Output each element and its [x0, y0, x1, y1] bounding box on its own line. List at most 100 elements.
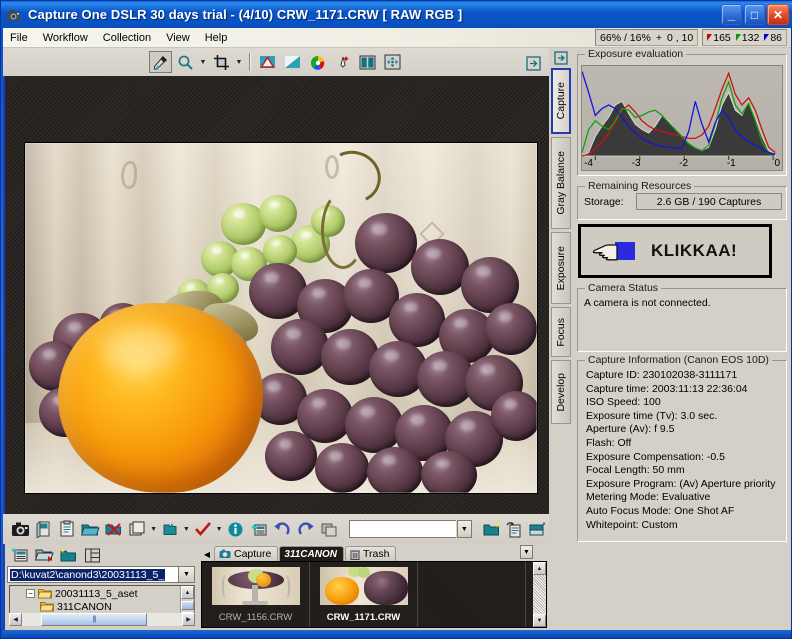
batch-combo-dropdown[interactable]: ▼ — [456, 520, 472, 538]
thumbnail-strip[interactable]: CRW_1156.CRW CRW_1171.CRW ▲ ▼ — [201, 561, 547, 628]
browser-tab-capture[interactable]: Capture — [214, 546, 279, 561]
storage-label: Storage: — [584, 196, 624, 208]
thumbnail-scrollbar[interactable]: ▲ ▼ — [533, 562, 546, 627]
thumbnail-item-empty[interactable] — [418, 562, 526, 627]
green-value: 132 — [741, 31, 760, 44]
scroll-thumb[interactable] — [181, 601, 194, 610]
apply-check-button[interactable] — [192, 517, 214, 541]
browser-tab-folder[interactable]: 311CANON — [279, 546, 344, 561]
trash-icon — [349, 549, 360, 560]
open-folder-button[interactable] — [79, 517, 101, 541]
photo-red-grape — [367, 447, 423, 493]
scroll-up-button[interactable]: ▲ — [181, 586, 194, 599]
batch-queue-button[interactable] — [318, 517, 340, 541]
preview-image[interactable] — [25, 143, 537, 493]
preview-icon — [36, 521, 50, 538]
capture-preview-button[interactable] — [32, 517, 54, 541]
photo-red-grape — [491, 391, 537, 441]
duplicate-icon — [129, 521, 145, 536]
batch-combo-input[interactable] — [349, 520, 456, 538]
sidebar-tab-gray-balance[interactable]: Gray Balance — [551, 137, 571, 229]
menu-item-view[interactable]: View — [159, 30, 197, 46]
crop-tool-dropdown[interactable]: ▼ — [235, 59, 244, 66]
chevron-down-icon[interactable]: ▼ — [520, 545, 533, 559]
compare-view-button[interactable] — [356, 51, 379, 73]
capture-button[interactable] — [9, 517, 31, 541]
shadow-warning-button[interactable] — [281, 51, 304, 73]
advertisement-banner[interactable]: KLIKKAA! — [578, 224, 772, 278]
highlight-warning-button[interactable] — [256, 51, 279, 73]
browser-tab-trash[interactable]: Trash — [344, 546, 397, 561]
delete-settings-button[interactable] — [103, 517, 125, 541]
hscroll-right-button[interactable]: ▶ — [182, 612, 195, 626]
zoom-tool-dropdown[interactable]: ▼ — [199, 59, 208, 66]
arrow-left-icon[interactable]: ◀ — [201, 547, 213, 561]
hscroll-thumb[interactable]: |||| — [41, 612, 147, 626]
rgb-readout-box: 165 132 86 — [702, 29, 787, 46]
folder-path-dropdown[interactable]: ▼ — [179, 566, 195, 583]
menu-item-collection[interactable]: Collection — [96, 30, 158, 46]
scroll-down-button[interactable]: ▼ — [533, 614, 546, 627]
open-collection-button[interactable] — [33, 545, 55, 565]
new-folder-icon — [483, 522, 500, 536]
hscroll-left-button[interactable]: ◀ — [9, 612, 22, 626]
duplicate-button[interactable] — [126, 517, 148, 541]
sidebar-tab-label: Focus — [555, 317, 567, 347]
thumbnail-item[interactable]: CRW_1171.CRW — [310, 562, 418, 627]
maximize-button[interactable]: □ — [744, 4, 765, 25]
new-capture-button[interactable] — [248, 517, 270, 541]
white-balance-button[interactable] — [331, 51, 354, 73]
minimize-button[interactable]: _ — [721, 4, 742, 25]
copy-settings-button[interactable] — [56, 517, 78, 541]
shadow-warning-icon — [284, 56, 300, 68]
storage-value: 2.6 GB / 190 Captures — [636, 193, 782, 210]
tree-expander-icon[interactable]: − — [26, 589, 35, 598]
sidebar-tab-develop[interactable]: Develop — [551, 360, 571, 424]
folder-tree-hscrollbar[interactable]: ◀ |||| ▶ — [9, 612, 195, 626]
thumbnail-image — [319, 567, 408, 605]
status-bar — [3, 630, 791, 638]
photo-red-grape — [485, 303, 537, 355]
expand-right-panel-button[interactable] — [522, 52, 545, 74]
folder-path-input[interactable]: D:\kuvat2\canond3\20031113_5_ — [7, 566, 179, 583]
tree-item[interactable]: − 20031113_5_aset — [10, 587, 180, 600]
transfer-image-button[interactable] — [527, 517, 549, 541]
crop-tool-button[interactable] — [210, 51, 233, 73]
close-button[interactable]: ✕ — [767, 4, 789, 25]
apply-check-dropdown[interactable]: ▼ — [215, 526, 223, 533]
undo-button[interactable] — [271, 517, 293, 541]
sidebar-tab-exposure[interactable]: Exposure — [551, 232, 571, 304]
process-button[interactable] — [159, 517, 181, 541]
fit-view-button[interactable] — [381, 51, 404, 73]
cursor-coordinates: 0 , 10 — [666, 31, 694, 44]
histogram-chart[interactable]: -4 -3 -2 -1 0 — [581, 65, 783, 171]
redo-button[interactable] — [294, 517, 316, 541]
sidebar-tab-capture[interactable]: Capture — [551, 68, 571, 134]
browser-tab-label: Capture — [234, 548, 272, 560]
rename-icon — [506, 521, 521, 537]
capture-info-row: Capture time: 2003:11:13 22:36:04 — [586, 382, 748, 395]
menu-item-workflow[interactable]: Workflow — [36, 30, 95, 46]
menu-item-file[interactable]: File — [3, 30, 35, 46]
expand-sidebar-button[interactable] — [549, 48, 573, 68]
duplicate-dropdown[interactable]: ▼ — [149, 526, 157, 533]
image-preview-pane[interactable] — [3, 76, 549, 514]
eyedropper-tool-button[interactable] — [148, 51, 172, 73]
sidebar-tab-label: Develop — [555, 372, 567, 412]
add-folder-button[interactable] — [57, 545, 79, 565]
rename-button[interactable] — [503, 517, 525, 541]
new-collection-button[interactable] — [9, 545, 31, 565]
scroll-up-button[interactable]: ▲ — [533, 562, 546, 575]
thumbnail-item[interactable]: CRW_1156.CRW — [202, 562, 310, 627]
remaining-resources-group: Remaining Resources Storage: 2.6 GB / 19… — [577, 180, 787, 220]
new-folder-button[interactable] — [480, 517, 502, 541]
list-view-button[interactable] — [81, 545, 103, 565]
menu-item-help[interactable]: Help — [198, 30, 235, 46]
sidebar-tab-focus[interactable]: Focus — [551, 307, 571, 357]
color-proof-button[interactable] — [306, 51, 329, 73]
process-dropdown[interactable]: ▼ — [182, 526, 190, 533]
info-button[interactable] — [224, 517, 246, 541]
hscroll-track[interactable]: |||| — [22, 612, 182, 626]
zoom-tool-button[interactable] — [174, 51, 197, 73]
process-icon — [163, 522, 177, 535]
